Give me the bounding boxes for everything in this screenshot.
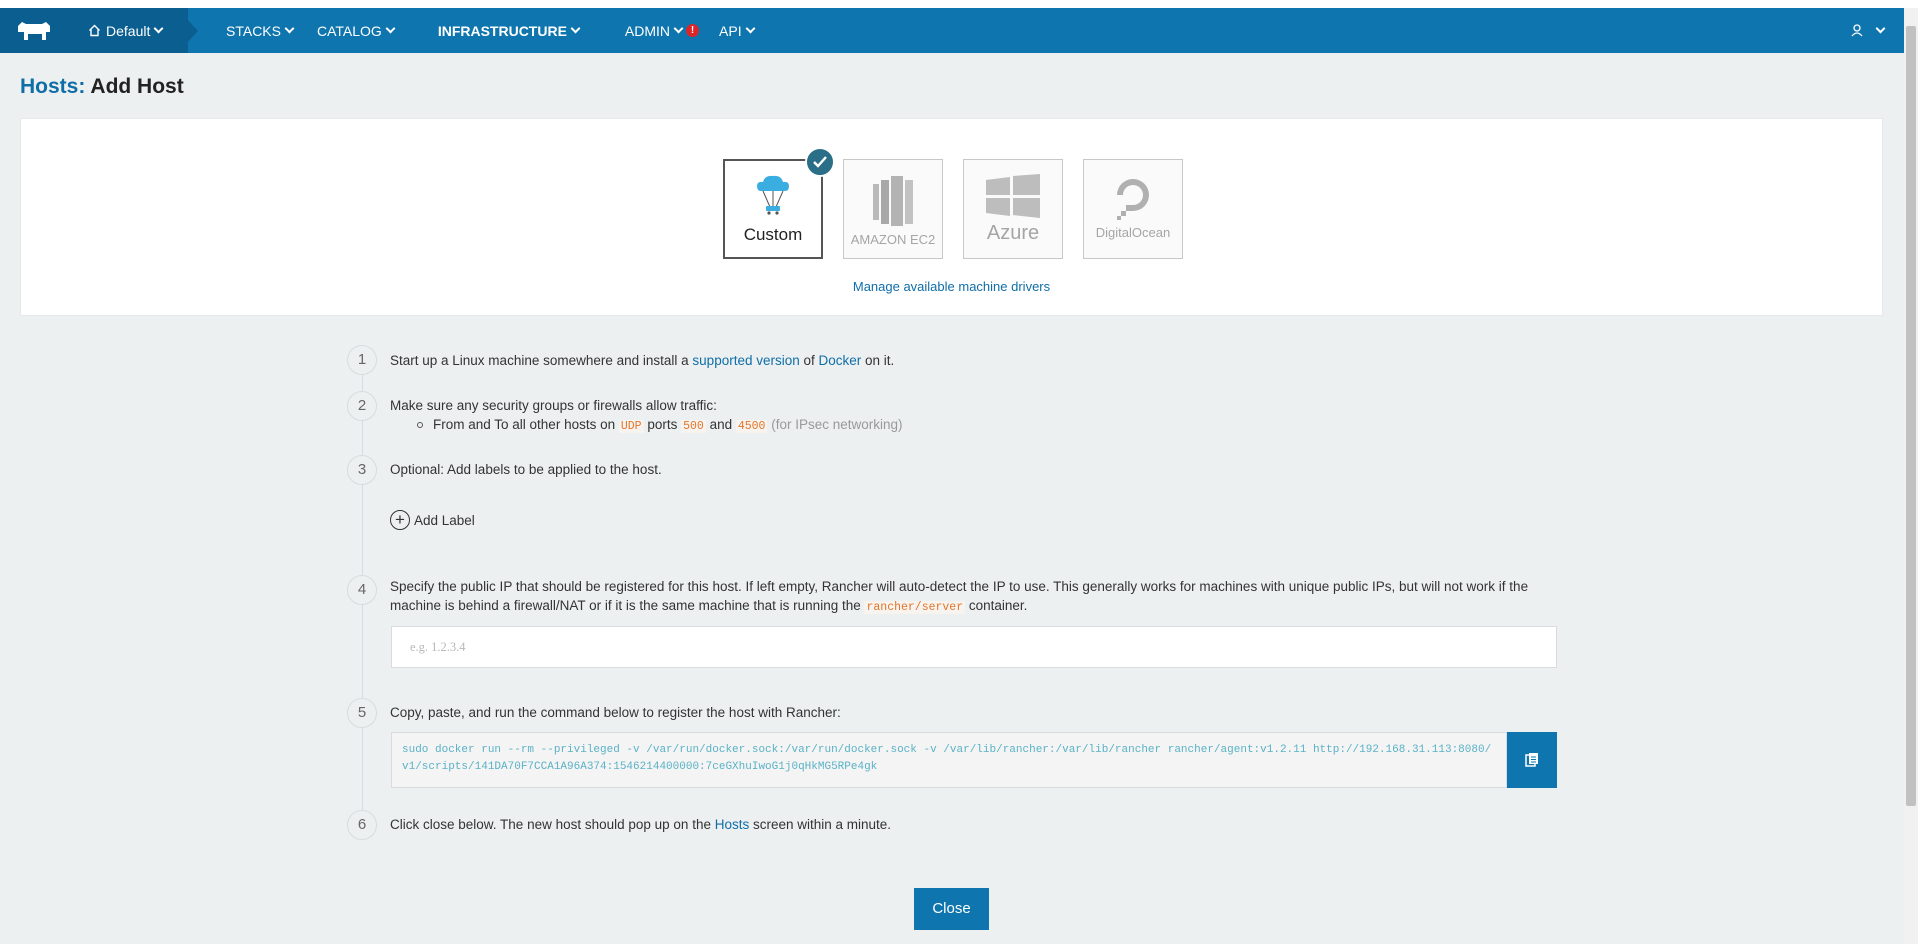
rancher-cow-icon	[18, 21, 50, 40]
chevron-down-icon	[385, 23, 396, 34]
step-6-text: Click close below. The new host should p…	[390, 815, 891, 834]
environment-switcher[interactable]: Default	[68, 8, 198, 53]
step-3-text: Optional: Add labels to be applied to th…	[390, 462, 662, 477]
step-4-post: container.	[965, 598, 1028, 613]
driver-digitalocean[interactable]: DigitalOcean	[1083, 159, 1183, 259]
step-2-and: and	[705, 417, 736, 432]
chevron-down-icon	[284, 23, 295, 34]
port-4500-code: 4500	[735, 420, 768, 433]
step-1-post: on it.	[861, 353, 895, 368]
bullet-icon	[417, 422, 423, 429]
nav-catalog-label: CATALOG	[316, 22, 382, 39]
step-6-pre: Click close below. The new host should p…	[390, 817, 715, 832]
step-2-bullet: From and To all other hosts on UDP ports…	[390, 415, 903, 436]
step-5-number: 5	[347, 698, 377, 728]
nav-stacks-label: STACKS	[226, 22, 281, 39]
supported-version-link[interactable]: supported version	[692, 353, 799, 368]
nav-admin[interactable]: ADMIN !	[624, 8, 700, 53]
step-2-ports: ports	[643, 417, 682, 432]
nav-admin-label: ADMIN	[624, 22, 671, 39]
rancher-server-code: rancher/server	[864, 601, 966, 614]
registration-command[interactable]: sudo docker run --rm --privileged -v /va…	[391, 732, 1507, 788]
page-title-section: Hosts:	[20, 75, 86, 98]
step-4-text: Specify the public IP that should be reg…	[390, 577, 1560, 617]
driver-azure[interactable]: Azure	[963, 159, 1063, 259]
port-500-code: 500	[681, 420, 706, 433]
user-icon	[1851, 24, 1863, 37]
step-2-bullet-pre: From and To all other hosts on	[433, 417, 619, 432]
public-ip-input[interactable]	[391, 626, 1557, 668]
nav-api[interactable]: API	[719, 8, 756, 53]
chevron-down-icon	[745, 23, 756, 34]
add-label-text: Add Label	[414, 512, 475, 528]
driver-custom[interactable]: Custom	[723, 147, 835, 259]
page-title-text: Add Host	[85, 75, 184, 98]
driver-custom-label: Custom	[743, 225, 803, 244]
top-navbar: Default STACKS CATALOG INFRASTRUCTURE AD…	[0, 8, 1904, 53]
selected-check-icon	[805, 147, 835, 177]
environment-name: Default	[106, 22, 151, 39]
rancher-logo[interactable]	[0, 8, 68, 53]
admin-alert-icon: !	[686, 24, 700, 37]
nav-stacks[interactable]: STACKS	[226, 8, 295, 53]
window-top-strip	[0, 0, 1918, 8]
docker-link[interactable]: Docker	[819, 353, 862, 368]
driver-azure-label: Azure	[986, 221, 1040, 244]
cloud-parachute-icon	[757, 175, 789, 215]
step-6-post: screen within a minute.	[749, 817, 892, 832]
chevron-down-icon	[673, 23, 684, 34]
step-1-mid: of	[799, 353, 819, 368]
ipsec-note: (for IPsec networking)	[767, 417, 903, 432]
step-3-number: 3	[347, 455, 377, 485]
close-button[interactable]: Close	[914, 888, 989, 930]
digitalocean-logo-icon	[1117, 178, 1149, 220]
chevron-down-icon	[1875, 23, 1886, 34]
step-1-text: Start up a Linux machine somewhere and i…	[390, 351, 894, 370]
nav-infrastructure-label: INFRASTRUCTURE	[437, 22, 567, 39]
udp-code: UDP	[618, 420, 644, 433]
hosts-link[interactable]: Hosts	[715, 817, 750, 832]
step-2-number: 2	[347, 391, 377, 421]
driver-amazon-ec2[interactable]: AMAZON EC2	[843, 159, 943, 259]
step-1-pre: Start up a Linux machine somewhere and i…	[390, 353, 693, 368]
page-title: Hosts: Add Host	[20, 75, 184, 99]
chevron-down-icon	[153, 23, 164, 34]
step-5-text: Copy, paste, and run the command below t…	[390, 705, 841, 720]
clipboard-icon	[1525, 753, 1538, 767]
step-4-number: 4	[347, 575, 377, 605]
user-menu[interactable]	[1851, 8, 1886, 53]
step-6-number: 6	[347, 810, 377, 840]
manage-machine-drivers-link[interactable]: Manage available machine drivers	[21, 279, 1882, 294]
chevron-down-icon	[570, 23, 581, 34]
nav-infrastructure[interactable]: INFRASTRUCTURE	[437, 8, 581, 53]
copy-command-button[interactable]	[1507, 732, 1557, 788]
vertical-scrollbar[interactable]	[1904, 8, 1918, 944]
driver-amazon-ec2-label: AMAZON EC2	[850, 231, 936, 247]
nav-catalog[interactable]: CATALOG	[316, 8, 396, 53]
plus-circle-icon: +	[390, 510, 410, 530]
step-2-text: Make sure any security groups or firewal…	[390, 396, 903, 436]
machine-driver-panel: Custom AMAZON EC2 Azure DigitalOcean Man…	[20, 118, 1883, 316]
nav-api-label: API	[719, 22, 742, 39]
step-2-heading: Make sure any security groups or firewal…	[390, 398, 717, 413]
driver-digitalocean-label: DigitalOcean	[1095, 224, 1171, 240]
windows-logo-icon	[986, 173, 1040, 218]
step-1-number: 1	[347, 345, 377, 375]
scrollbar-thumb[interactable]	[1906, 26, 1916, 806]
add-label-button[interactable]: + Add Label	[390, 510, 475, 530]
amazon-ec2-logo-icon	[873, 175, 913, 226]
home-icon	[89, 24, 100, 37]
